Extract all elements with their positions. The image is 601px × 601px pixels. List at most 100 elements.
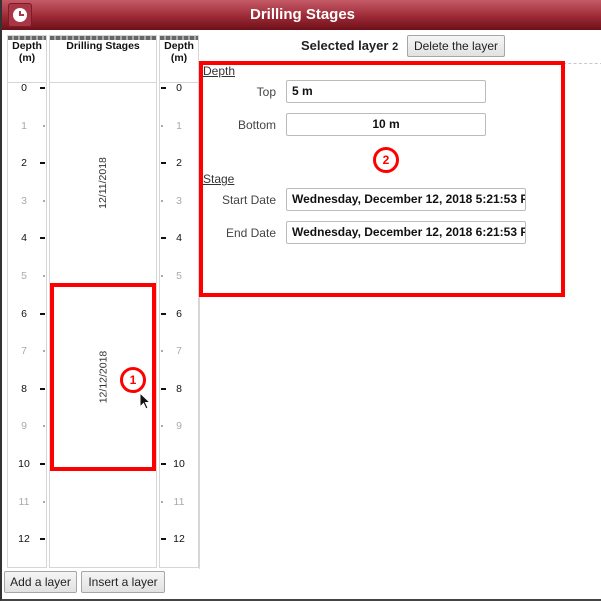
depth-tick: 10: [8, 457, 46, 471]
depth-tick-label: 6: [176, 307, 182, 320]
depth-tick-label: 2: [176, 157, 182, 170]
add-layer-button[interactable]: Add a layer: [4, 571, 77, 593]
depth-tick-mark: [161, 87, 166, 89]
depth-tick-mark: [161, 237, 166, 240]
depth-tick-label: 3: [21, 194, 27, 207]
depth-tick: 5: [160, 269, 198, 283]
depth-tick: 4: [160, 231, 198, 245]
annotation-badge-1: 1: [120, 367, 146, 393]
depth-tick-mark: [161, 387, 166, 390]
depth-tick: 1: [8, 119, 46, 133]
depth-tick: 11: [8, 495, 46, 509]
depth-tick-mark: [161, 312, 166, 315]
depth-tick-mark: [43, 199, 45, 202]
depth-tick-label: 4: [21, 232, 27, 245]
depth-tick-mark: [161, 350, 163, 353]
depth-tick-label: 1: [176, 119, 182, 132]
depth-tick-mark: [43, 350, 45, 353]
depth-tick: 8: [160, 382, 198, 396]
depth-section-label: Depth: [203, 64, 236, 78]
start-date-label: Start Date: [221, 193, 276, 207]
depth-tick: 7: [8, 344, 46, 358]
depth-tick-mark: [40, 463, 45, 465]
title-bar[interactable]: Drilling Stages: [2, 0, 601, 30]
bottom-label: Bottom: [237, 118, 276, 132]
annotation-badge-2: 2: [373, 147, 399, 173]
mouse-cursor-icon: [139, 391, 152, 410]
depth-tick-mark: [161, 124, 163, 127]
drilling-stages-column: Drilling Stages 12/11/2018 12/12/2018: [49, 35, 157, 568]
depth-tick-label: 3: [176, 194, 182, 207]
depth-tick-mark: [161, 463, 166, 465]
stages-column-header: Drilling Stages: [66, 40, 140, 52]
depth-tick-label: 5: [21, 270, 27, 282]
depth-column-header: Depth (m): [164, 40, 194, 64]
depth-tick-label: 12: [18, 533, 30, 546]
depth-tick-mark: [161, 538, 166, 541]
depth-tick-label: 6: [21, 307, 27, 320]
start-date-input[interactable]: Wednesday, December 12, 2018 5:21:53 PM: [286, 188, 526, 211]
depth-tick-label: 8: [21, 382, 27, 395]
depth-tick-mark: [161, 199, 163, 202]
depth-tick-mark: [161, 162, 166, 165]
depth-tick-label: 9: [176, 420, 182, 433]
depth-tick: 6: [160, 307, 198, 321]
depth-tick-label: 1: [21, 119, 27, 132]
depth-tick: 0: [160, 81, 198, 95]
depth-tick-mark: [43, 275, 45, 277]
layer-item[interactable]: 12/11/2018: [50, 83, 156, 283]
depth-tick: 3: [8, 194, 46, 208]
depth-tick-label: 10: [18, 458, 30, 470]
layer-date-label: 12/11/2018: [97, 157, 109, 209]
depth-tick-mark: [40, 162, 45, 165]
depth-tick-label: 4: [176, 232, 182, 245]
depth-tick: 11: [160, 495, 198, 509]
end-date-label: End Date: [225, 226, 276, 240]
bottom-depth-input[interactable]: 10 m: [286, 113, 486, 136]
depth-tick: 12: [8, 532, 46, 546]
depth-tick-label: 0: [21, 82, 27, 94]
depth-tick: 2: [160, 156, 198, 170]
depth-tick-mark: [161, 500, 163, 503]
depth-tick-mark: [40, 312, 45, 315]
depth-tick: 8: [8, 382, 46, 396]
depth-tick: 7: [160, 344, 198, 358]
delete-layer-button[interactable]: Delete the layer: [407, 35, 505, 57]
depth-tick-label: 7: [176, 345, 182, 358]
selected-layer-title: Selected layer 2: [301, 38, 398, 53]
depth-tick: 3: [160, 194, 198, 208]
depth-tick-mark: [43, 500, 45, 503]
depth-tick-mark: [40, 87, 45, 89]
depth-tick-mark: [161, 425, 163, 428]
depth-tick-mark: [40, 237, 45, 240]
depth-tick-label: 7: [21, 345, 27, 358]
depth-scale-left: Depth (m) 0 1 2 3 4 5 6 7 8 9 10 11 12: [7, 35, 47, 568]
depth-tick: 6: [8, 307, 46, 321]
depth-tick: 5: [8, 269, 46, 283]
depth-tick-mark: [43, 425, 45, 428]
depth-tick: 9: [8, 419, 46, 433]
depth-tick-mark: [40, 538, 45, 541]
depth-tick-label: 0: [176, 82, 182, 94]
depth-tick-label: 5: [176, 270, 182, 282]
top-depth-input[interactable]: 5 m: [286, 80, 486, 103]
depth-tick: 10: [160, 457, 198, 471]
insert-layer-button[interactable]: Insert a layer: [81, 571, 165, 593]
depth-tick-mark: [43, 124, 45, 127]
depth-tick-label: 11: [18, 495, 30, 508]
layer-date-label: 12/12/2018: [97, 350, 109, 404]
depth-tick: 9: [160, 419, 198, 433]
stage-section-label: Stage: [203, 172, 235, 186]
depth-tick-label: 12: [173, 533, 185, 546]
drilling-stages-window: Drilling Stages Depth (m) 0 1 2 3 4 5 6 7 8 9 10 11…: [0, 0, 601, 601]
depth-tick: 12: [160, 532, 198, 546]
selected-layer-number: 2: [392, 41, 399, 53]
depth-tick-mark: [161, 275, 163, 277]
panel-divider: [563, 63, 601, 64]
window-title: Drilling Stages: [249, 6, 356, 23]
depth-tick: 2: [8, 156, 46, 170]
end-date-input[interactable]: Wednesday, December 12, 2018 6:21:53 PM: [286, 221, 526, 244]
depth-tick-label: 10: [173, 458, 185, 470]
selected-layer-label: Selected layer: [301, 38, 389, 53]
depth-column-header: Depth (m): [12, 40, 42, 64]
